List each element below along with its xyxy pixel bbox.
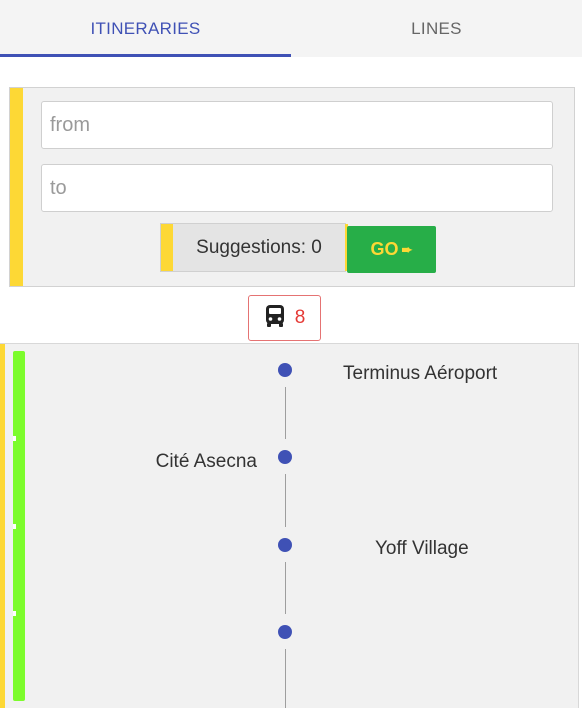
stop-marker[interactable]	[278, 625, 292, 639]
stop-name: Yoff Village	[375, 538, 469, 559]
bus-count-badge[interactable]: 8	[248, 295, 321, 341]
suggestions-label: Suggestions: 0	[196, 236, 322, 258]
suggestions-button[interactable]: Suggestions: 0	[160, 223, 348, 272]
from-input[interactable]	[41, 101, 553, 149]
stop-name: Cité Asecna	[155, 451, 257, 472]
route-timeline: Terminus Aéroport Cité Asecna Yoff Villa…	[0, 343, 579, 708]
timeline-connector	[285, 649, 286, 708]
bus-icon	[264, 304, 286, 333]
stop-marker[interactable]	[278, 450, 292, 464]
panel-accent-bar	[10, 88, 23, 286]
bus-count: 8	[294, 307, 306, 328]
go-button[interactable]: GO ➨	[347, 226, 436, 273]
tab-itineraries[interactable]: ITINERARIES	[0, 0, 291, 57]
timeline-connector	[285, 474, 286, 527]
suggestions-accent-bar	[161, 224, 173, 271]
line-tick	[13, 611, 16, 616]
route-yellow-bar	[0, 344, 5, 708]
line-tick	[13, 436, 16, 441]
arrow-right-icon: ➨	[401, 241, 413, 257]
active-tab-indicator	[0, 54, 291, 57]
timeline-connector	[285, 562, 286, 614]
timeline-connector	[285, 387, 286, 439]
go-label: GO	[370, 239, 399, 259]
to-input[interactable]	[41, 164, 553, 212]
stop-marker[interactable]	[278, 538, 292, 552]
tab-lines[interactable]: LINES	[291, 0, 582, 57]
tab-bar: ITINERARIES LINES	[0, 0, 582, 57]
stop-marker[interactable]	[278, 363, 292, 377]
stop-name: Terminus Aéroport	[343, 363, 498, 384]
line-tick	[13, 524, 16, 529]
search-panel: Suggestions: 0 GO ➨	[9, 87, 575, 287]
